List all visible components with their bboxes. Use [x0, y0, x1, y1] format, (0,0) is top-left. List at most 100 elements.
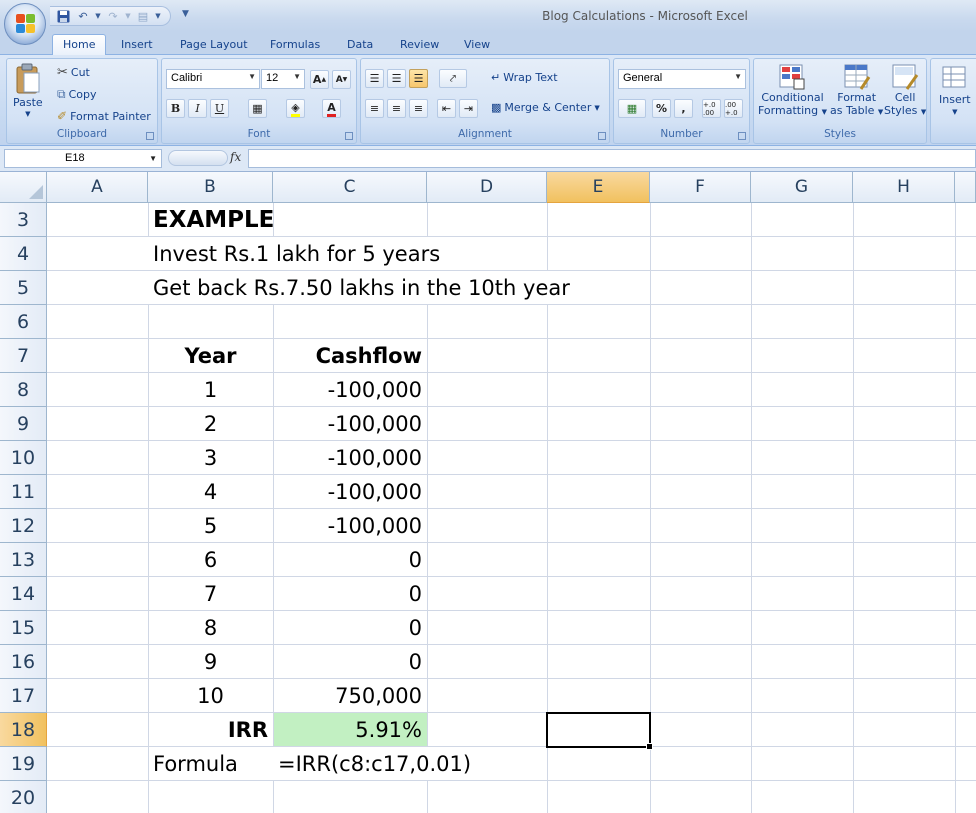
year-cell[interactable]: 7	[148, 577, 273, 611]
bold-button[interactable]: B	[166, 99, 185, 118]
font-launcher-icon[interactable]	[345, 132, 353, 140]
grow-font-button[interactable]: A ▲	[310, 70, 329, 89]
cell-c19[interactable]: =IRR(c8:c17,0.01)	[273, 747, 547, 780]
paste-button[interactable]: Paste ▼	[13, 63, 43, 118]
tab-home[interactable]: Home	[52, 34, 107, 55]
year-cell[interactable]: 1	[148, 373, 273, 407]
cashflow-cell[interactable]: 0	[273, 543, 427, 577]
conditional-formatting-button[interactable]: Conditional Formatting ▼	[758, 63, 827, 119]
cell-b3[interactable]: EXAMPLE	[148, 203, 274, 237]
year-cell[interactable]: 2	[148, 407, 273, 441]
number-launcher-icon[interactable]	[738, 132, 746, 140]
tab-view[interactable]: View	[464, 36, 490, 54]
row-header-18[interactable]: 18	[0, 713, 47, 747]
column-header-a[interactable]: A	[47, 172, 148, 203]
cashflow-cell[interactable]: -100,000	[273, 509, 427, 543]
wrap-text-button[interactable]: ↵ Wrap Text	[491, 71, 558, 84]
insert-function-button[interactable]: fx	[230, 150, 241, 164]
comma-button[interactable]: ,	[674, 99, 693, 118]
cell-b4[interactable]: Invest Rs.1 lakh for 5 years	[148, 237, 468, 270]
row-header-6[interactable]: 6	[0, 305, 47, 339]
row-header-20[interactable]: 20	[0, 781, 47, 813]
align-right-button[interactable]: ≡	[409, 99, 428, 118]
row-header-5[interactable]: 5	[0, 271, 47, 305]
cashflow-cell[interactable]: -100,000	[273, 407, 427, 441]
clipboard-launcher-icon[interactable]	[146, 132, 154, 140]
year-cell[interactable]: 5	[148, 509, 273, 543]
align-bottom-button[interactable]: ☰	[409, 69, 428, 88]
tab-review[interactable]: Review	[400, 36, 439, 54]
cashflow-cell[interactable]: -100,000	[273, 373, 427, 407]
year-cell[interactable]: 4	[148, 475, 273, 509]
year-cell[interactable]: 3	[148, 441, 273, 475]
cut-button[interactable]: ✂ Cut	[57, 65, 90, 80]
orientation-button[interactable]: ⤤	[439, 69, 467, 88]
cashflow-cell[interactable]: -100,000	[273, 441, 427, 475]
office-button[interactable]	[4, 3, 46, 45]
accounting-format-button[interactable]: ▦	[618, 99, 646, 118]
cell-b19[interactable]: Formula	[148, 747, 273, 781]
name-box[interactable]: E18 ▼	[4, 149, 162, 168]
decrease-indent-button[interactable]: ⇤	[437, 99, 456, 118]
borders-button[interactable]: ▦	[248, 99, 267, 118]
increase-decimal-button[interactable]: +.0 .00	[702, 99, 721, 118]
italic-button[interactable]: I	[188, 99, 207, 118]
cashflow-cell[interactable]: 750,000	[273, 679, 427, 713]
align-center-button[interactable]: ≡	[387, 99, 406, 118]
font-color-button[interactable]: A	[322, 99, 341, 118]
row-header-16[interactable]: 16	[0, 645, 47, 679]
format-painter-button[interactable]: ✐ Format Painter	[57, 109, 151, 123]
cashflow-cell[interactable]: 0	[273, 611, 427, 645]
row-header-10[interactable]: 10	[0, 441, 47, 475]
column-header-f[interactable]: F	[650, 172, 751, 203]
row-header-8[interactable]: 8	[0, 373, 47, 407]
row-header-13[interactable]: 13	[0, 543, 47, 577]
column-header-i[interactable]	[955, 172, 976, 203]
cashflow-cell[interactable]: -100,000	[273, 475, 427, 509]
column-header-c[interactable]: C	[273, 172, 427, 203]
font-name-select[interactable]: Calibri ▼	[166, 69, 260, 89]
tab-formulas[interactable]: Formulas	[270, 36, 320, 54]
align-top-button[interactable]: ☰	[365, 69, 384, 88]
cell-styles-button[interactable]: Cell Styles ▼	[884, 63, 926, 119]
row-header-3[interactable]: 3	[0, 203, 47, 237]
tab-insert[interactable]: Insert	[121, 36, 153, 54]
tab-data[interactable]: Data	[347, 36, 373, 54]
row-header-12[interactable]: 12	[0, 509, 47, 543]
fill-color-button[interactable]: ◈	[286, 99, 305, 118]
column-header-d[interactable]: D	[427, 172, 547, 203]
row-header-14[interactable]: 14	[0, 577, 47, 611]
format-as-table-button[interactable]: Format as Table ▼	[830, 63, 883, 119]
row-header-11[interactable]: 11	[0, 475, 47, 509]
cell-b18[interactable]: IRR	[148, 713, 273, 747]
row-header-4[interactable]: 4	[0, 237, 47, 271]
row-header-19[interactable]: 19	[0, 747, 47, 781]
column-header-h[interactable]: H	[853, 172, 955, 203]
row-header-17[interactable]: 17	[0, 679, 47, 713]
column-header-g[interactable]: G	[751, 172, 853, 203]
cashflow-cell[interactable]: 0	[273, 577, 427, 611]
column-header-b[interactable]: B	[148, 172, 273, 203]
increase-indent-button[interactable]: ⇥	[459, 99, 478, 118]
cell-b7[interactable]: Year	[148, 339, 273, 373]
row-header-7[interactable]: 7	[0, 339, 47, 373]
cell-b5[interactable]: Get back Rs.7.50 lakhs in the 10th year	[148, 271, 578, 304]
cashflow-cell[interactable]: 0	[273, 645, 427, 679]
year-cell[interactable]: 9	[148, 645, 273, 679]
align-middle-button[interactable]: ☰	[387, 69, 406, 88]
formula-input[interactable]	[248, 149, 976, 168]
percent-button[interactable]: %	[652, 99, 671, 118]
cell-c7[interactable]: Cashflow	[273, 339, 427, 373]
row-header-15[interactable]: 15	[0, 611, 47, 645]
merge-center-button[interactable]: ▩ Merge & Center ▼	[491, 101, 600, 114]
align-left-button[interactable]: ≡	[365, 99, 384, 118]
copy-button[interactable]: ⧉ Copy	[57, 87, 96, 102]
active-cell-e18[interactable]	[546, 712, 653, 750]
decrease-decimal-button[interactable]: .00 +.0	[724, 99, 743, 118]
cell-c18-irr-result[interactable]: 5.91%	[274, 713, 427, 746]
alignment-launcher-icon[interactable]	[598, 132, 606, 140]
font-size-select[interactable]: 12 ▼	[261, 69, 305, 89]
tab-page-layout[interactable]: Page Layout	[180, 36, 248, 54]
underline-button[interactable]: U	[210, 99, 229, 118]
select-all-button[interactable]	[0, 172, 47, 203]
